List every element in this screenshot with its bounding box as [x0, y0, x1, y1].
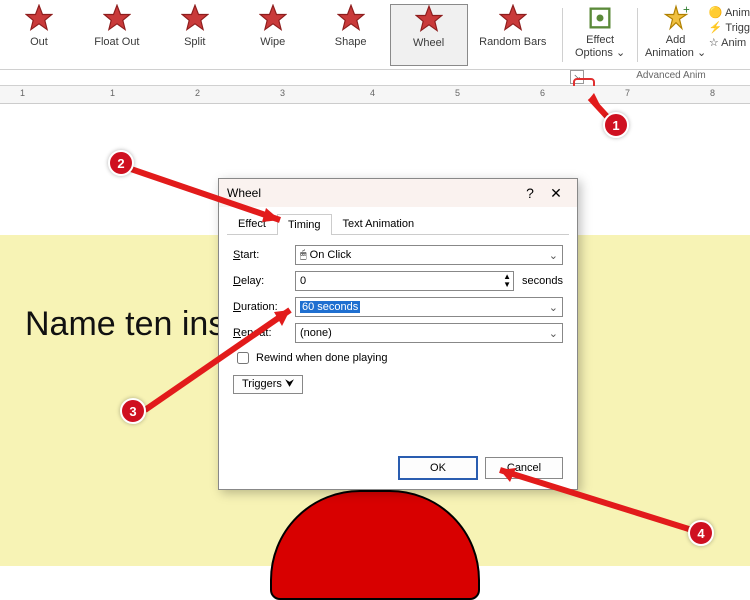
cancel-button[interactable]: Cancel	[485, 457, 563, 479]
separator	[637, 8, 638, 62]
tick: 1	[20, 88, 25, 98]
label: Shape	[335, 36, 367, 48]
callout-badge-1: 1	[603, 112, 629, 138]
anim-split[interactable]: Split	[156, 4, 234, 66]
delay-unit: seconds	[522, 275, 563, 287]
triggers-button[interactable]: Triggers ⮟	[233, 375, 303, 394]
animation-pane-button[interactable]: 🟡 Anim	[709, 6, 750, 19]
delay-label: Delay:	[233, 275, 295, 287]
duration-label: Duration:	[233, 301, 295, 313]
ribbon-group-footer: ↘ Advanced Anim	[0, 70, 750, 86]
label: Add Animation ⌄	[645, 34, 706, 59]
close-button[interactable]: ✕	[543, 185, 569, 202]
label: Effect Options ⌄	[575, 34, 625, 59]
anim-wipe[interactable]: Wipe	[234, 4, 312, 66]
start-value: 🖱 On Click	[300, 249, 351, 262]
separator	[562, 8, 563, 62]
start-dropdown[interactable]: 🖱 On Click	[295, 245, 563, 265]
tick: 8	[710, 88, 715, 98]
rewind-checkbox-row: Rewind when done playing	[233, 349, 563, 367]
label: Wipe	[260, 36, 285, 48]
callout-badge-4: 4	[688, 520, 714, 546]
rewind-checkbox[interactable]	[237, 352, 249, 364]
horizontal-ruler: 1 1 2 3 4 5 6 7 8	[0, 86, 750, 104]
tab-text-animation[interactable]: Text Animation	[332, 213, 426, 234]
help-button[interactable]: ?	[517, 185, 543, 201]
tab-effect[interactable]: Effect	[227, 213, 277, 234]
tick: 1	[110, 88, 115, 98]
add-animation-button[interactable]: + Add Animation ⌄	[642, 4, 709, 59]
callout-badge-2: 2	[108, 150, 134, 176]
anim-out[interactable]: Out	[0, 4, 78, 66]
timing-form: Start: 🖱 On Click Delay: 0▲▼ seconds Dur…	[219, 235, 577, 394]
ok-button[interactable]: OK	[399, 457, 477, 479]
tick: 2	[195, 88, 200, 98]
dialog-tabs: Effect Timing Text Animation	[227, 213, 569, 235]
tick: 4	[370, 88, 375, 98]
dialog-titlebar[interactable]: Wheel ? ✕	[219, 179, 577, 207]
repeat-value: (none)	[300, 327, 332, 339]
animations-ribbon: Out Float Out Split Wipe Shape Wheel Ran…	[0, 0, 750, 70]
dialog-buttons: OK Cancel	[399, 457, 563, 479]
label: Split	[184, 36, 205, 48]
effect-options-icon	[586, 4, 614, 32]
svg-text:+: +	[683, 4, 690, 16]
duration-dropdown[interactable]: 60 seconds	[295, 297, 563, 317]
tab-timing[interactable]: Timing	[277, 214, 332, 235]
label: Random Bars	[479, 36, 546, 48]
animation-painter-button[interactable]: ☆ Anim	[709, 36, 750, 49]
label: Out	[30, 36, 48, 48]
anim-float-out[interactable]: Float Out	[78, 4, 156, 66]
tick: 5	[455, 88, 460, 98]
anim-shape[interactable]: Shape	[312, 4, 390, 66]
tick: 7	[625, 88, 630, 98]
tick: 3	[280, 88, 285, 98]
add-animation-icon: +	[662, 4, 690, 32]
delay-value: 0	[300, 275, 306, 287]
start-label: Start:	[233, 249, 295, 261]
trigger-button[interactable]: ⚡ Trigg	[709, 21, 750, 34]
tick: 6	[540, 88, 545, 98]
duration-value: 60 seconds	[300, 301, 360, 313]
label: Float Out	[94, 36, 139, 48]
repeat-label: Repeat:	[233, 327, 295, 339]
label: Wheel	[413, 37, 444, 49]
dialog-title-text: Wheel	[227, 186, 517, 200]
group-label: Advanced Anim	[592, 70, 750, 85]
ribbon-side-buttons: 🟡 Anim ⚡ Trigg ☆ Anim	[709, 4, 750, 49]
effect-options-button[interactable]: Effect Options ⌄	[567, 4, 634, 59]
delay-spinner[interactable]: 0▲▼	[295, 271, 514, 291]
wheel-dialog: Wheel ? ✕ Effect Timing Text Animation S…	[218, 178, 578, 490]
rewind-label: Rewind when done playing	[256, 352, 387, 364]
anim-wheel[interactable]: Wheel	[390, 4, 468, 66]
anim-random-bars[interactable]: Random Bars	[468, 4, 558, 66]
callout-badge-3: 3	[120, 398, 146, 424]
repeat-dropdown[interactable]: (none)	[295, 323, 563, 343]
